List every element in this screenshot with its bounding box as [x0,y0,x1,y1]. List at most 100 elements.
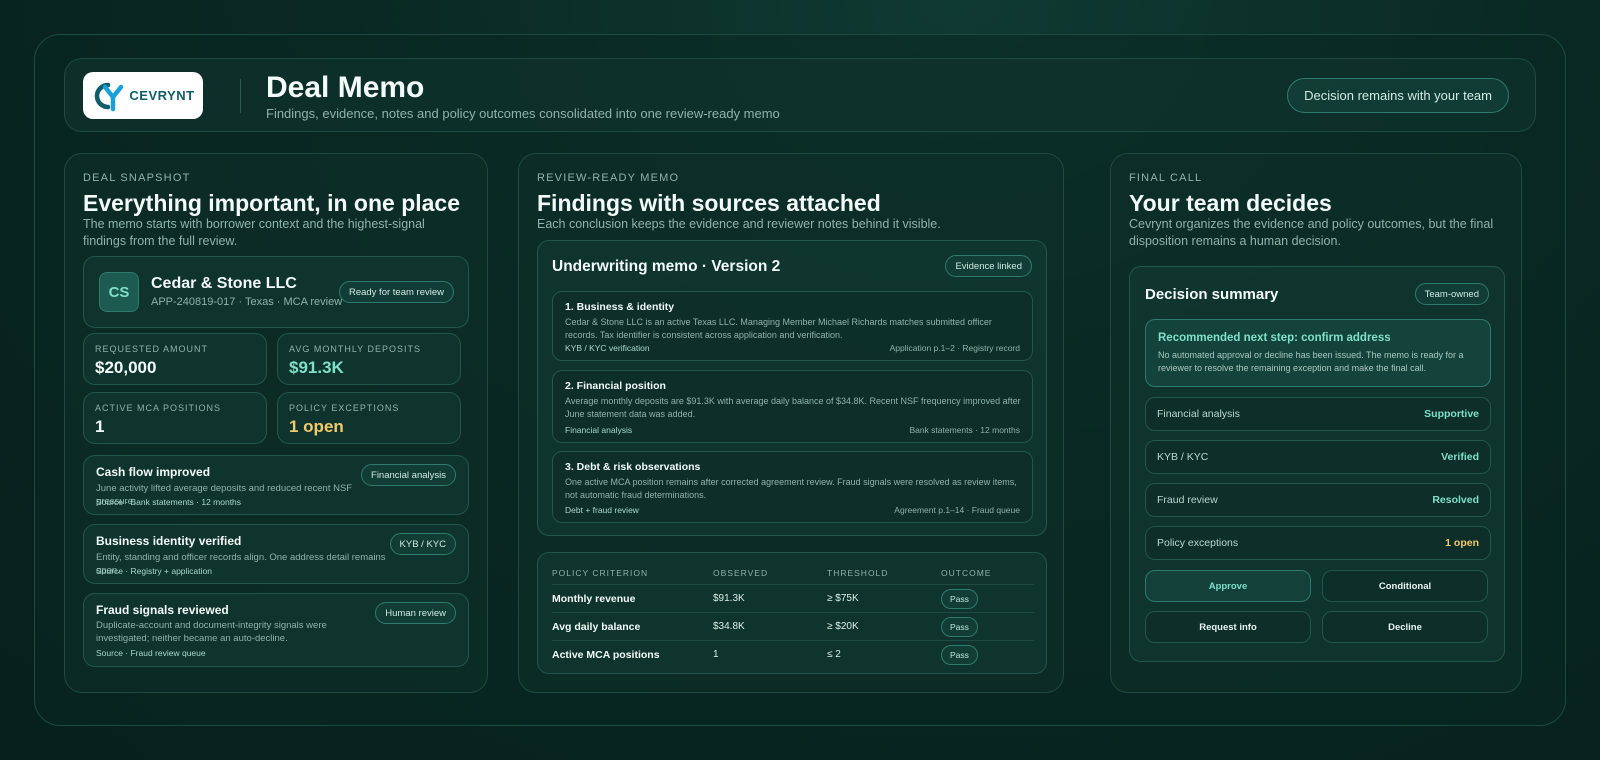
section-evidence-type: KYB / KYC verification [565,343,650,353]
column-header: OUTCOME [941,568,992,578]
section-text: Cedar & Stone LLC is an active Texas LLC… [565,317,992,340]
table-row: Monthly revenue $91.3K ≥ $75K Pass [552,584,1034,612]
section-source-ref[interactable]: Bank statements · 12 months [909,425,1020,435]
stat-value: $20,000 [95,358,157,377]
finding-source: Source · Bank statements · 12 months [96,497,242,507]
summary-row-policy-exceptions[interactable]: Policy exceptions 1 open [1145,526,1491,560]
approve-button[interactable]: Approve [1145,570,1311,602]
threshold-cell: ≤ 2 [827,649,841,660]
stat-value: $91.3K [289,358,344,377]
recommendation-box: Recommended next step: confirm address N… [1145,319,1491,387]
panel-eyebrow: DEAL SNAPSHOT [83,172,191,184]
brand-logo: CEVRYNT [83,72,203,119]
memo-title: Underwriting memo · Version 2 [552,258,781,275]
section-source-ref[interactable]: Agreement p.1–14 · Fraud queue [894,505,1020,515]
stat-policy-exceptions: POLICY EXCEPTIONS 1 open [277,392,461,444]
recommendation-text: No automated approval or decline has bee… [1158,350,1464,373]
evidence-linked-badge: Evidence linked [945,255,1032,277]
section-evidence-type: Debt + fraud review [565,505,639,515]
deal-snapshot-panel: DEAL SNAPSHOT Everything important, in o… [64,153,488,693]
summary-row-kyb-kyc[interactable]: KYB / KYC Verified [1145,440,1491,474]
stat-requested-amount: REQUESTED AMOUNT $20,000 [83,333,267,385]
section-title: 2. Financial position [565,380,666,392]
memo-section-debt-risk[interactable]: 3. Debt & risk observations One active M… [552,451,1033,523]
company-meta: APP-240819-017 · Texas · MCA review [151,296,343,308]
page-subtitle: Findings, evidence, notes and policy out… [266,106,780,121]
finding-source: Source · Registry + application [96,566,212,576]
company-card[interactable]: CS Cedar & Stone LLC APP-240819-017 · Te… [83,256,469,328]
section-title: 3. Debt & risk observations [565,461,701,473]
review-memo-panel: REVIEW-READY MEMO Findings with sources … [518,153,1064,693]
logo-wordmark: CEVRYNT [129,88,195,103]
stat-label: POLICY EXCEPTIONS [289,403,400,413]
panel-description: The memo starts with borrower context an… [83,217,425,248]
column-header: POLICY CRITERION [552,568,649,578]
panel-description: Cevrynt organizes the evidence and polic… [1129,217,1494,248]
table-row: Active MCA positions 1 ≤ 2 Pass [552,640,1034,668]
decision-summary-card: Decision summary Team-owned Recommended … [1129,266,1505,662]
panel-title: Findings with sources attached [537,190,881,216]
finding-title: Business identity verified [96,534,242,548]
review-status-badge: Ready for team review [338,281,454,303]
finding-category-badge: KYB / KYC [389,533,456,555]
finding-text: Duplicate-account and document-integrity… [96,620,327,644]
summary-row-status: Verified [1441,451,1479,463]
conditional-button[interactable]: Conditional [1322,570,1488,602]
header-divider [240,79,241,113]
logo-mark-icon [95,82,124,111]
observed-cell: $91.3K [713,593,745,604]
outcome-pass-badge: Pass [941,645,978,665]
finding-category-badge: Human review [375,602,456,624]
memo-section-financial-position[interactable]: 2. Financial position Average monthly de… [552,370,1033,443]
company-name: Cedar & Stone LLC [151,275,297,292]
summary-row-financial-analysis[interactable]: Financial analysis Supportive [1145,397,1491,431]
criterion-cell: Active MCA positions [552,649,660,661]
stat-avg-monthly-deposits: AVG MONTHLY DEPOSITS $91.3K [277,333,461,385]
stat-value: 1 [95,417,105,436]
section-title: 1. Business & identity [565,301,675,313]
summary-row-status: 1 open [1445,537,1479,549]
column-header: THRESHOLD [827,568,889,578]
panel-description: Each conclusion keeps the evidence and r… [537,217,941,231]
summary-row-label: KYB / KYC [1157,451,1209,463]
stat-value: 1 open [289,417,344,436]
panel-title: Your team decides [1129,190,1332,216]
company-avatar: CS [99,272,139,312]
panel-title: Everything important, in one place [83,190,461,216]
recommendation-title: Recommended next step: confirm address [1158,332,1391,344]
page-title: Deal Memo [266,71,425,104]
decision-ownership-pill: Decision remains with your team [1287,78,1509,113]
stat-label: AVG MONTHLY DEPOSITS [289,344,422,354]
header-bar: CEVRYNT Deal Memo Findings, evidence, no… [64,58,1536,132]
finding-fraud-signals[interactable]: Fraud signals reviewed Human review Dupl… [83,593,469,667]
stat-label: REQUESTED AMOUNT [95,344,209,354]
request-info-button[interactable]: Request info [1145,611,1311,643]
team-owned-badge: Team-owned [1414,283,1489,305]
outcome-pass-badge: Pass [941,589,978,609]
memo-section-business-identity[interactable]: 1. Business & identity Cedar & Stone LLC… [552,291,1033,361]
finding-business-identity[interactable]: Business identity verified KYB / KYC Ent… [83,524,469,584]
observed-cell: $34.8K [713,621,745,632]
criterion-cell: Avg daily balance [552,621,641,633]
decline-button[interactable]: Decline [1322,611,1488,643]
section-source-ref[interactable]: Application p.1–2 · Registry record [890,343,1020,353]
criterion-cell: Monthly revenue [552,593,636,605]
stat-label: ACTIVE MCA POSITIONS [95,403,222,413]
final-call-panel: FINAL CALL Your team decides Cevrynt org… [1110,153,1522,693]
section-text: One active MCA position remains after co… [565,477,1017,500]
observed-cell: 1 [713,649,719,660]
section-evidence-type: Financial analysis [565,425,633,435]
finding-source: Source · Fraud review queue [96,648,206,658]
summary-row-fraud-review[interactable]: Fraud review Resolved [1145,483,1491,517]
memo-document: Underwriting memo · Version 2 Evidence l… [537,240,1047,536]
table-row: Avg daily balance $34.8K ≥ $20K Pass [552,612,1034,640]
summary-row-label: Fraud review [1157,494,1218,506]
outcome-pass-badge: Pass [941,617,978,637]
column-header: OBSERVED [713,568,769,578]
summary-row-label: Policy exceptions [1157,537,1239,549]
summary-row-status: Resolved [1432,494,1479,506]
finding-cash-flow[interactable]: Cash flow improved Financial analysis Ju… [83,455,469,515]
summary-row-label: Financial analysis [1157,408,1240,420]
finding-title: Fraud signals reviewed [96,603,229,617]
stat-active-mca-positions: ACTIVE MCA POSITIONS 1 [83,392,267,444]
